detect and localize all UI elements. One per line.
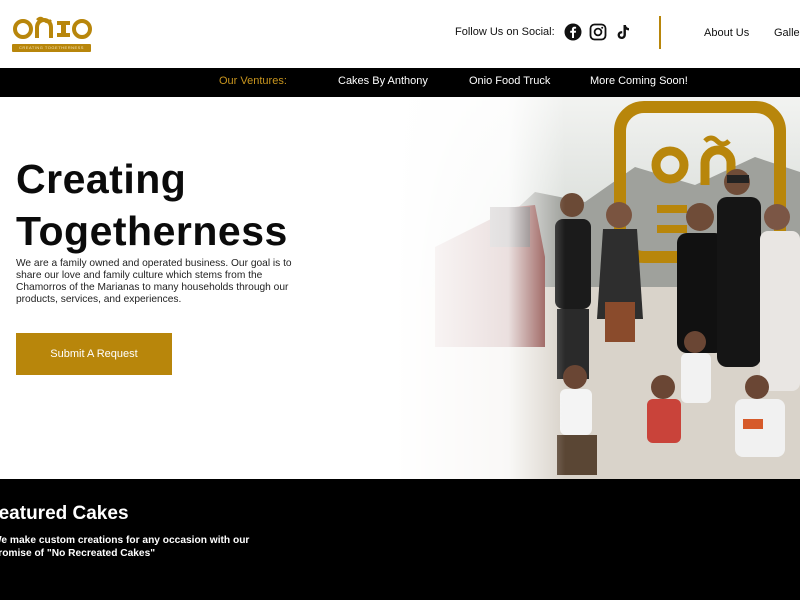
facebook-icon[interactable] xyxy=(564,23,582,41)
featured-cakes-section: Featured Cakes We make custom creations … xyxy=(0,479,800,600)
page: CREATING TOGETHERNESS Follow Us on Socia… xyxy=(0,0,800,600)
instagram-icon[interactable] xyxy=(589,23,607,41)
submit-request-button[interactable]: Submit A Request xyxy=(16,333,172,375)
ventures-label: Our Ventures: xyxy=(219,75,287,87)
venture-more-coming-soon[interactable]: More Coming Soon! xyxy=(590,75,688,87)
hero-description: We are a family owned and operated busin… xyxy=(16,258,292,305)
hero-section: Creating Togetherness We are a family ow… xyxy=(0,97,800,479)
nav-about-us[interactable]: About Us xyxy=(704,27,749,39)
ventures-bar: Our Ventures: Cakes By Anthony Onio Food… xyxy=(0,68,800,97)
venture-cakes-by-anthony[interactable]: Cakes By Anthony xyxy=(338,75,428,87)
logo-tagline: CREATING TOGETHERNESS xyxy=(12,44,91,52)
nav-gallery[interactable]: Gallery xyxy=(774,27,800,39)
venture-onio-food-truck[interactable]: Onio Food Truck xyxy=(469,75,550,87)
logo-mark-icon xyxy=(13,16,92,39)
site-header: CREATING TOGETHERNESS Follow Us on Socia… xyxy=(0,0,800,68)
follow-label: Follow Us on Social: xyxy=(455,26,555,38)
hero-title: Creating Togetherness xyxy=(16,156,288,254)
family-photo xyxy=(395,97,800,479)
header-divider xyxy=(659,16,661,49)
brand-logo[interactable]: CREATING TOGETHERNESS xyxy=(12,14,92,54)
tiktok-icon[interactable] xyxy=(614,23,632,41)
featured-description: We make custom creations for any occasio… xyxy=(0,535,250,559)
featured-title: Featured Cakes xyxy=(0,503,129,524)
